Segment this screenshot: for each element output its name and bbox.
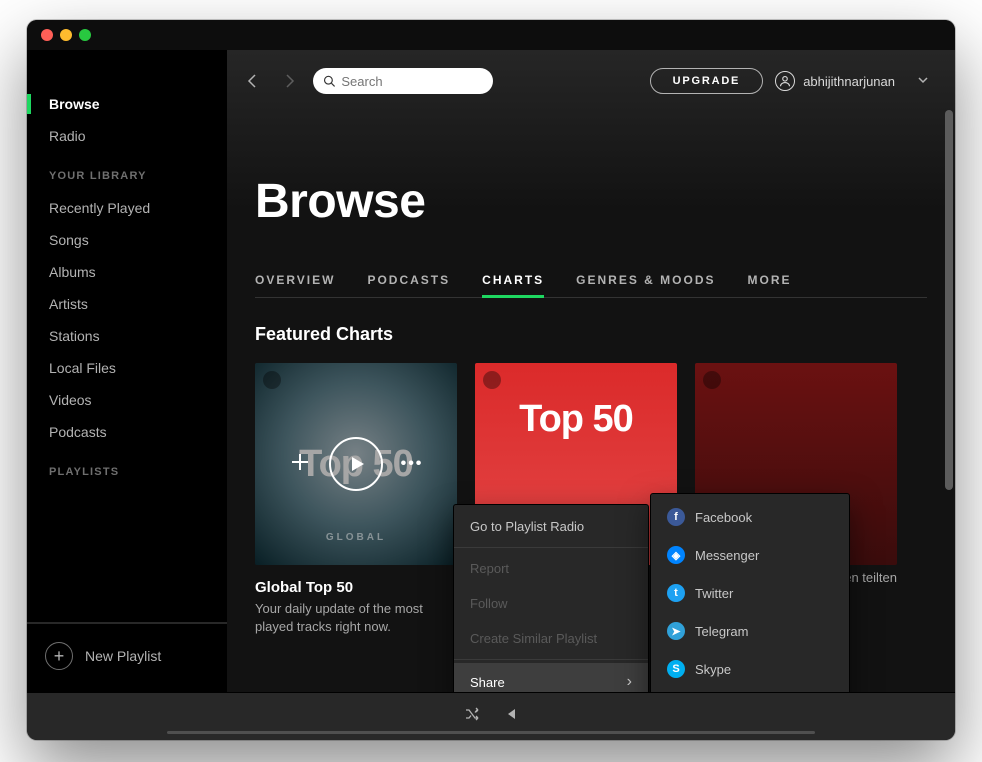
sidebar-item-albums[interactable]: Albums <box>27 256 227 288</box>
ctx-share-label: Share <box>470 675 505 690</box>
spotify-logo-icon <box>703 371 721 389</box>
player-bar <box>27 692 955 740</box>
sidebar-heading-playlists: PLAYLISTS <box>27 448 227 488</box>
share-facebook[interactable]: fFacebook <box>651 498 849 536</box>
progress-bar[interactable] <box>167 731 815 734</box>
sidebar-item-stations[interactable]: Stations <box>27 320 227 352</box>
shuffle-button[interactable] <box>464 706 480 727</box>
maximize-window-button[interactable] <box>79 29 91 41</box>
skype-icon: S <box>667 660 685 678</box>
art-label: Top 50 <box>519 398 633 441</box>
sidebar-item-local-files[interactable]: Local Files <box>27 352 227 384</box>
tab-podcasts[interactable]: PODCASTS <box>367 273 450 297</box>
new-playlist-button[interactable]: + New Playlist <box>27 623 227 692</box>
upgrade-button[interactable]: UPGRADE <box>650 68 764 94</box>
ctx-goto-radio[interactable]: Go to Playlist Radio <box>454 509 648 544</box>
share-messenger[interactable]: ◈Messenger <box>651 536 849 574</box>
minimize-window-button[interactable] <box>60 29 72 41</box>
tab-charts[interactable]: CHARTS <box>482 273 544 297</box>
plus-icon: + <box>45 642 73 670</box>
share-twitter[interactable]: tTwitter <box>651 574 849 612</box>
search-icon <box>323 74 335 88</box>
playlist-art: Top 50 GLOBAL ••• <box>255 363 457 565</box>
share-tumblr[interactable]: tTumblr <box>651 688 849 692</box>
nav-back-button[interactable] <box>241 69 265 93</box>
facebook-icon: f <box>667 508 685 526</box>
telegram-icon: ➤ <box>667 622 685 640</box>
sidebar-heading-library: YOUR LIBRARY <box>27 152 227 192</box>
card-subtitle: Your daily update of the most played tra… <box>255 600 457 636</box>
titlebar <box>27 20 955 50</box>
play-button[interactable] <box>329 437 383 491</box>
share-submenu: fFacebook ◈Messenger tTwitter ➤Telegram … <box>650 493 850 692</box>
nav-forward-button[interactable] <box>277 69 301 93</box>
topbar: UPGRADE abhijithnarjunan <box>227 50 955 112</box>
previous-button[interactable] <box>502 706 518 727</box>
twitter-icon: t <box>667 584 685 602</box>
messenger-icon: ◈ <box>667 546 685 564</box>
context-menu: Go to Playlist Radio Report Follow Creat… <box>453 504 649 692</box>
ctx-follow[interactable]: Follow <box>454 586 648 621</box>
search-box[interactable] <box>313 68 493 94</box>
share-telegram[interactable]: ➤Telegram <box>651 612 849 650</box>
ctx-create-similar[interactable]: Create Similar Playlist <box>454 621 648 656</box>
page-title: Browse <box>255 174 927 229</box>
ctx-share[interactable]: Share › fFacebook ◈Messenger tTwitter ➤T… <box>454 663 648 692</box>
sidebar-item-radio[interactable]: Radio <box>27 120 227 152</box>
search-input[interactable] <box>341 74 483 89</box>
tab-genres-moods[interactable]: GENRES & MOODS <box>576 273 715 297</box>
close-window-button[interactable] <box>41 29 53 41</box>
add-button[interactable] <box>289 451 311 478</box>
chevron-right-icon: › <box>627 673 632 691</box>
user-avatar-icon <box>775 71 795 91</box>
sidebar: Browse Radio YOUR LIBRARY Recently Playe… <box>27 50 227 692</box>
tab-more[interactable]: MORE <box>748 273 792 297</box>
app-window: Browse Radio YOUR LIBRARY Recently Playe… <box>27 20 955 740</box>
sidebar-item-videos[interactable]: Videos <box>27 384 227 416</box>
ctx-report: Report <box>454 551 648 586</box>
main-panel: UPGRADE abhijithnarjunan Browse OVERVIEW… <box>227 50 955 692</box>
chevron-down-icon <box>917 74 929 89</box>
card-title: Global Top 50 <box>255 579 457 596</box>
more-button[interactable]: ••• <box>401 455 424 473</box>
scrollbar[interactable] <box>945 110 953 490</box>
new-playlist-label: New Playlist <box>85 648 161 664</box>
playlist-card[interactable]: Top 50 GLOBAL ••• Global Top 50 Your dai… <box>255 363 457 636</box>
sidebar-item-recently-played[interactable]: Recently Played <box>27 192 227 224</box>
sidebar-item-podcasts[interactable]: Podcasts <box>27 416 227 448</box>
app-body: Browse Radio YOUR LIBRARY Recently Playe… <box>27 50 955 692</box>
spotify-logo-icon <box>483 371 501 389</box>
tab-row: OVERVIEW PODCASTS CHARTS GENRES & MOODS … <box>255 273 927 297</box>
username-label: abhijithnarjunan <box>803 74 895 89</box>
sidebar-item-browse[interactable]: Browse <box>27 88 227 120</box>
sidebar-item-songs[interactable]: Songs <box>27 224 227 256</box>
section-title: Featured Charts <box>255 324 927 345</box>
user-menu[interactable]: abhijithnarjunan <box>775 71 929 91</box>
tab-overview[interactable]: OVERVIEW <box>255 273 335 297</box>
card-hover-overlay: ••• <box>255 363 457 565</box>
share-skype[interactable]: SSkype <box>651 650 849 688</box>
sidebar-item-artists[interactable]: Artists <box>27 288 227 320</box>
